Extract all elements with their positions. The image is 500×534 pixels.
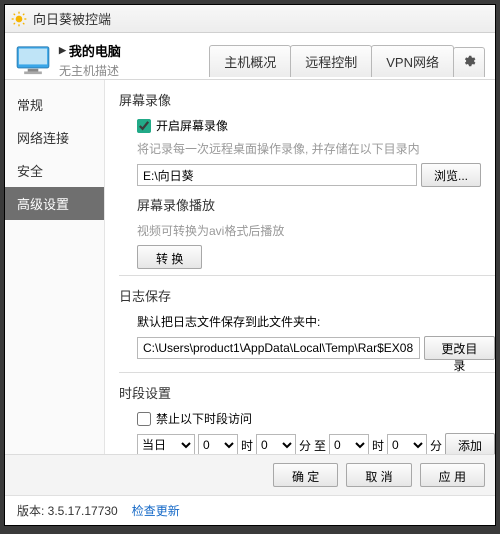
tab-vpn[interactable]: VPN网络 [371, 45, 454, 77]
change-dir-button[interactable]: 更改目录 [424, 336, 495, 360]
version-text: 版本: 3.5.17.17730 [17, 502, 118, 519]
browse-button[interactable]: 浏览... [421, 163, 481, 187]
enable-recording-label: 开启屏幕录像 [156, 117, 228, 134]
convert-button[interactable]: 转 换 [137, 245, 202, 269]
body: 常规 网络连接 安全 高级设置 屏幕录像 开启屏幕录像 将记录每一次远程桌面操作… [5, 79, 495, 454]
titlebar: 向日葵被控端 [5, 5, 495, 33]
forbid-input[interactable] [137, 412, 151, 426]
min-label-2: 分 [430, 437, 442, 454]
recording-title: 屏幕录像 [119, 90, 495, 109]
day-select[interactable]: 当日 [137, 434, 195, 454]
sidebar-item-network[interactable]: 网络连接 [5, 121, 104, 154]
top-tabs: 主机概况 远程控制 VPN网络 [210, 43, 485, 77]
min-from-select[interactable]: 0 [256, 434, 296, 454]
dialog-buttons: 确 定 取 消 应 用 [5, 454, 495, 495]
playback-hint: 视频可转换为avi格式后播放 [137, 222, 495, 239]
section-log: 日志保存 默认把日志文件保存到此文件夹中: 更改目录 [119, 275, 495, 372]
pc-name-text: 我的电脑 [69, 41, 121, 60]
section-time: 时段设置 禁止以下时段访问 当日 0 时 0 分 至 0 时 [119, 372, 495, 454]
sidebar: 常规 网络连接 安全 高级设置 [5, 80, 105, 454]
enable-recording-checkbox[interactable]: 开启屏幕录像 [137, 117, 495, 134]
header: ▶ 我的电脑 无主机描述 主机概况 远程控制 VPN网络 [5, 33, 495, 79]
add-time-button[interactable]: 添加 [445, 433, 495, 454]
playback-title: 屏幕录像播放 [137, 195, 495, 214]
time-title: 时段设置 [119, 383, 495, 402]
section-recording: 屏幕录像 开启屏幕录像 将记录每一次远程桌面操作录像, 并存储在以下目录内 浏览… [119, 90, 495, 275]
pc-name[interactable]: ▶ 我的电脑 [59, 41, 159, 60]
app-icon [11, 11, 27, 27]
cancel-button[interactable]: 取 消 [346, 463, 411, 487]
window-title: 向日葵被控端 [33, 9, 111, 28]
forbid-label: 禁止以下时段访问 [156, 410, 252, 427]
to-label: 至 [314, 437, 326, 454]
tab-settings[interactable] [453, 47, 485, 77]
tab-remote[interactable]: 远程控制 [290, 45, 372, 77]
sidebar-item-advanced[interactable]: 高级设置 [5, 187, 104, 220]
log-hint: 默认把日志文件保存到此文件夹中: [137, 313, 495, 330]
min-label-1: 分 [299, 437, 311, 454]
time-range-row: 当日 0 时 0 分 至 0 时 0 分 添加 [137, 433, 495, 454]
hour-label-2: 时 [372, 437, 384, 454]
sidebar-item-general[interactable]: 常规 [5, 88, 104, 121]
statusbar: 版本: 3.5.17.17730 检查更新 [5, 495, 495, 525]
recording-hint: 将记录每一次远程桌面操作录像, 并存储在以下目录内 [137, 140, 495, 157]
min-to-select[interactable]: 0 [387, 434, 427, 454]
hour-label-1: 时 [241, 437, 253, 454]
hour-to-select[interactable]: 0 [329, 434, 369, 454]
window: 向日葵被控端 ▶ 我的电脑 无主机描述 主机概况 远程控制 VPN网络 常规 网… [4, 4, 496, 526]
monitor-icon [15, 45, 51, 75]
gear-icon [462, 54, 476, 68]
sidebar-item-security[interactable]: 安全 [5, 154, 104, 187]
content: 屏幕录像 开启屏幕录像 将记录每一次远程桌面操作录像, 并存储在以下目录内 浏览… [105, 80, 495, 454]
apply-button[interactable]: 应 用 [420, 463, 485, 487]
ok-button[interactable]: 确 定 [273, 463, 338, 487]
log-path-input[interactable] [137, 337, 420, 359]
check-update-link[interactable]: 检查更新 [132, 502, 180, 519]
hour-from-select[interactable]: 0 [198, 434, 238, 454]
enable-recording-input[interactable] [137, 119, 151, 133]
host-desc: 无主机描述 [59, 62, 159, 79]
tab-overview[interactable]: 主机概况 [209, 45, 291, 77]
forbid-checkbox[interactable]: 禁止以下时段访问 [137, 410, 495, 427]
log-title: 日志保存 [119, 286, 495, 305]
triangle-icon: ▶ [59, 45, 66, 56]
recording-path-input[interactable] [137, 164, 417, 186]
